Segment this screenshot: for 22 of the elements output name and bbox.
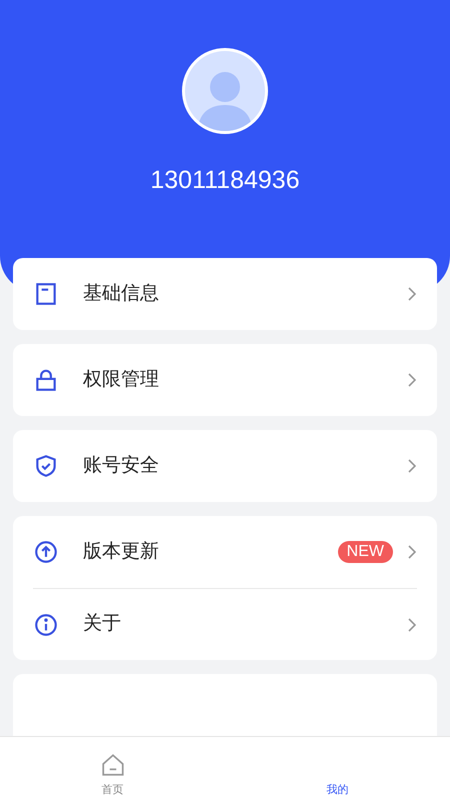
chevron-right-icon <box>407 616 417 632</box>
home-icon <box>100 752 126 778</box>
chevron-right-icon <box>407 372 417 388</box>
menu-label: 关于 <box>83 612 122 636</box>
chevron-right-icon <box>407 286 417 302</box>
tab[interactable]: 首页 <box>0 737 225 800</box>
menu-item[interactable]: 版本更新 NEW <box>33 516 417 588</box>
upload-icon <box>33 539 59 565</box>
info-icon <box>33 612 59 638</box>
chevron-right-icon <box>407 544 417 560</box>
menu-item[interactable]: 权限管理 <box>33 344 417 416</box>
menu-item[interactable]: 基础信息 <box>33 258 417 330</box>
new-badge: NEW <box>338 541 393 563</box>
tab[interactable]: 我的 <box>225 737 450 800</box>
menu-label: 权限管理 <box>83 368 160 392</box>
menu-item[interactable]: 账号安全 <box>33 430 417 502</box>
chevron-right-icon <box>407 458 417 474</box>
menu-label: 版本更新 <box>83 540 160 564</box>
menu-label: 基础信息 <box>83 282 160 306</box>
phone-number: 13011184936 <box>150 168 300 193</box>
menu-item[interactable]: 关于 <box>33 588 417 660</box>
menu-label: 账号安全 <box>83 454 160 478</box>
